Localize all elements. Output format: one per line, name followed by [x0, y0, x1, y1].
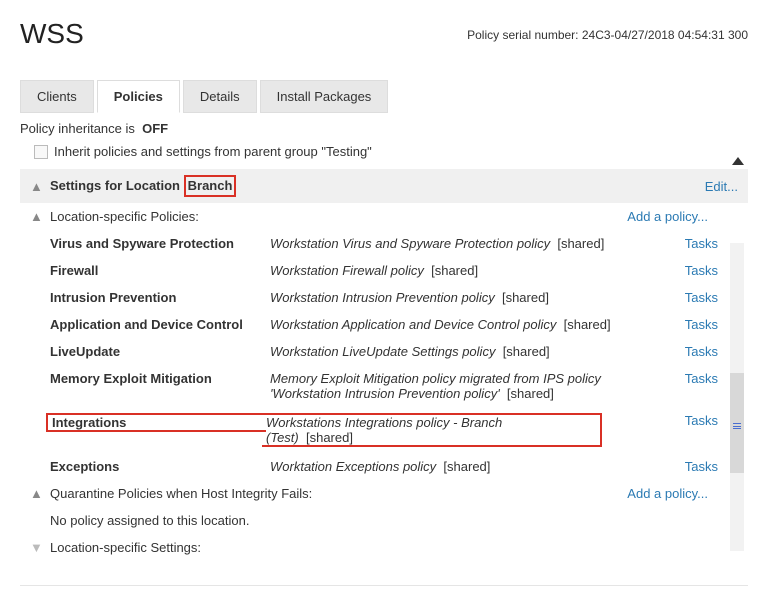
inheritance-state: OFF: [142, 121, 168, 136]
tab-install-packages[interactable]: Install Packages: [260, 80, 389, 113]
location-header: ▲ Settings for Location Branch Edit...: [20, 169, 748, 203]
policy-desc: Workstations Integrations policy - Branc…: [262, 413, 602, 447]
tasks-link[interactable]: Tasks: [668, 413, 718, 428]
scrollbar[interactable]: [730, 243, 744, 551]
policy-desc: Workstation Firewall policy [shared]: [270, 263, 668, 278]
policy-shared-tag: [shared]: [503, 344, 550, 359]
quarantine-title: Quarantine Policies when Host Integrity …: [50, 486, 312, 501]
policy-shared-tag: [shared]: [507, 386, 554, 401]
policy-name: Exceptions: [50, 459, 270, 474]
inheritance-label: Policy inheritance is: [20, 121, 135, 136]
policy-shared-tag: [shared]: [306, 430, 353, 445]
policy-desc: Workstation LiveUpdate Settings policy […: [270, 344, 668, 359]
tasks-link[interactable]: Tasks: [668, 290, 718, 305]
chevron-down-icon[interactable]: ▼: [30, 540, 42, 555]
policy-row: Intrusion Prevention Workstation Intrusi…: [50, 284, 718, 311]
policy-shared-tag: [shared]: [443, 459, 490, 474]
no-policy-text: No policy assigned to this location.: [50, 513, 249, 528]
chevron-up-icon[interactable]: ▲: [30, 209, 42, 224]
policy-row: Application and Device Control Workstati…: [50, 311, 718, 338]
tasks-link[interactable]: Tasks: [668, 459, 718, 474]
policy-name: LiveUpdate: [50, 344, 270, 359]
policy-row: LiveUpdate Workstation LiveUpdate Settin…: [50, 338, 718, 365]
edit-location-link[interactable]: Edit...: [705, 179, 738, 194]
location-label: Settings for Location: [50, 178, 180, 193]
policy-shared-tag: [shared]: [557, 236, 604, 251]
tab-clients[interactable]: Clients: [20, 80, 94, 113]
policy-name: Intrusion Prevention: [50, 290, 270, 305]
tab-details[interactable]: Details: [183, 80, 257, 113]
page-title: WSS: [20, 18, 84, 50]
policy-desc: Worktation Exceptions policy [shared]: [270, 459, 668, 474]
location-settings-title: Location-specific Settings:: [50, 540, 201, 555]
inherit-checkbox-label: Inherit policies and settings from paren…: [54, 144, 372, 159]
add-policy-link[interactable]: Add a policy...: [627, 209, 708, 224]
policy-desc: Workstation Intrusion Prevention policy …: [270, 290, 668, 305]
tasks-link[interactable]: Tasks: [668, 371, 718, 386]
policy-row: Virus and Spyware Protection Workstation…: [50, 230, 718, 257]
policy-desc: Workstation Application and Device Contr…: [270, 317, 668, 332]
scroll-up-icon[interactable]: [732, 157, 744, 165]
tasks-link[interactable]: Tasks: [668, 263, 718, 278]
policy-shared-tag: [shared]: [431, 263, 478, 278]
policy-inheritance-status: Policy inheritance is OFF: [20, 121, 748, 136]
scrollbar-grip-icon: [733, 423, 741, 429]
policy-name: Memory Exploit Mitigation: [50, 371, 270, 386]
policy-name: Virus and Spyware Protection: [50, 236, 270, 251]
tasks-link[interactable]: Tasks: [668, 344, 718, 359]
serial-label: Policy serial number:: [467, 28, 578, 42]
policy-desc: Workstation Virus and Spyware Protection…: [270, 236, 668, 251]
location-policies-title: Location-specific Policies:: [50, 209, 199, 224]
policy-name: Integrations: [46, 413, 266, 432]
policy-list: Virus and Spyware Protection Workstation…: [20, 230, 718, 480]
policy-row: Memory Exploit Mitigation Memory Exploit…: [50, 365, 718, 407]
location-name: Branch: [188, 178, 233, 193]
serial-value: 24C3-04/27/2018 04:54:31 300: [582, 28, 748, 42]
chevron-up-icon[interactable]: ▲: [30, 179, 42, 194]
policy-name: Firewall: [50, 263, 270, 278]
tab-bar: Clients Policies Details Install Package…: [20, 80, 748, 113]
chevron-up-icon[interactable]: ▲: [30, 486, 42, 501]
add-quarantine-policy-link[interactable]: Add a policy...: [627, 486, 708, 501]
policy-row: Firewall Workstation Firewall policy [sh…: [50, 257, 718, 284]
tab-policies[interactable]: Policies: [97, 80, 180, 113]
policy-shared-tag: [shared]: [502, 290, 549, 305]
policy-row: Exceptions Worktation Exceptions policy …: [50, 453, 718, 480]
divider: [20, 585, 748, 586]
policy-serial: Policy serial number: 24C3-04/27/2018 04…: [467, 28, 748, 42]
inherit-checkbox[interactable]: [34, 145, 48, 159]
policy-row: Integrations Workstations Integrations p…: [50, 407, 718, 453]
tasks-link[interactable]: Tasks: [668, 317, 718, 332]
policy-shared-tag: [shared]: [564, 317, 611, 332]
tasks-link[interactable]: Tasks: [668, 236, 718, 251]
policy-name: Application and Device Control: [50, 317, 270, 332]
policy-desc: Memory Exploit Mitigation policy migrate…: [270, 371, 668, 401]
